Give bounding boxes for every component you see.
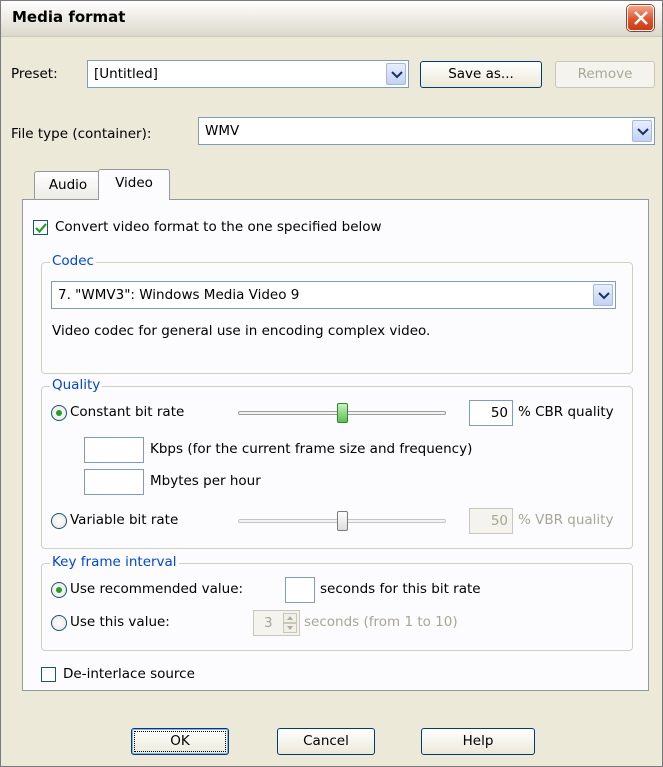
file-type-dropdown-button[interactable] bbox=[632, 120, 652, 142]
file-type-value: WMV bbox=[205, 123, 240, 139]
chevron-down-icon bbox=[598, 292, 610, 300]
video-tab-panel: Convert video format to the one specifie… bbox=[22, 199, 649, 691]
cbr-slider-thumb[interactable] bbox=[337, 403, 348, 423]
keyframe-group-label: Key frame interval bbox=[50, 554, 179, 570]
codec-dropdown-button[interactable] bbox=[593, 284, 613, 306]
ok-button[interactable]: OK bbox=[131, 728, 229, 755]
preset-value: [Untitled] bbox=[94, 66, 158, 82]
chevron-down-icon bbox=[391, 71, 403, 79]
file-type-label: File type (container): bbox=[11, 126, 152, 142]
dialog-title: Media format bbox=[12, 8, 126, 26]
recommended-suffix: seconds for this bit rate bbox=[320, 581, 481, 597]
save-as-button[interactable]: Save as... bbox=[420, 61, 542, 88]
close-icon bbox=[634, 11, 648, 25]
keyframe-spinner[interactable]: 3 bbox=[253, 610, 300, 636]
keyframe-spinner-value: 3 bbox=[264, 615, 273, 631]
quality-group-label: Quality bbox=[50, 377, 103, 393]
cbr-quality-value: 50 bbox=[490, 405, 508, 421]
codec-description: Video codec for general use in encoding … bbox=[52, 323, 431, 339]
deinterlace-label: De-interlace source bbox=[63, 666, 195, 682]
file-type-select[interactable]: WMV bbox=[198, 117, 655, 145]
codec-value: 7. "WMV3": Windows Media Video 9 bbox=[58, 287, 300, 303]
variable-bit-rate-radio[interactable] bbox=[51, 513, 67, 529]
codec-group-label: Codec bbox=[50, 253, 96, 269]
deinterlace-checkbox[interactable] bbox=[41, 667, 56, 682]
preset-select[interactable]: [Untitled] bbox=[87, 60, 409, 88]
close-button[interactable] bbox=[627, 5, 654, 31]
vbr-slider-thumb[interactable] bbox=[337, 511, 348, 531]
preset-label: Preset: bbox=[11, 66, 58, 82]
cancel-button[interactable]: Cancel bbox=[277, 728, 375, 755]
kbps-label: Kbps (for the current frame size and fre… bbox=[150, 441, 473, 457]
codec-select[interactable]: 7. "WMV3": Windows Media Video 9 bbox=[51, 281, 616, 309]
keyframe-group: Key frame interval Use recommended value… bbox=[41, 554, 633, 651]
vbr-quality-value: 50 bbox=[490, 513, 508, 529]
convert-video-label: Convert video format to the one specifie… bbox=[55, 219, 382, 235]
use-recommended-label: Use recommended value: bbox=[70, 581, 244, 597]
remove-button[interactable]: Remove bbox=[555, 61, 655, 88]
preset-dropdown-button[interactable] bbox=[386, 63, 406, 85]
convert-video-checkbox[interactable] bbox=[33, 220, 48, 235]
media-format-dialog: Media format Preset: [Untitled] Save as.… bbox=[0, 0, 663, 767]
checkmark-icon bbox=[35, 223, 47, 234]
cbr-quality-suffix: % CBR quality bbox=[518, 404, 614, 420]
mbytes-label: Mbytes per hour bbox=[150, 473, 261, 489]
cbr-quality-input[interactable]: 50 bbox=[469, 400, 513, 426]
spinner-arrows-icon[interactable] bbox=[283, 613, 297, 633]
constant-bit-rate-label: Constant bit rate bbox=[70, 404, 185, 420]
constant-bit-rate-radio[interactable] bbox=[51, 405, 67, 421]
codec-group: Codec 7. "WMV3": Windows Media Video 9 V… bbox=[41, 253, 633, 374]
recommended-value-box bbox=[285, 577, 315, 603]
kbps-input[interactable] bbox=[84, 437, 144, 463]
use-this-value-label: Use this value: bbox=[70, 614, 170, 630]
chevron-down-icon bbox=[637, 128, 649, 136]
tab-audio[interactable]: Audio bbox=[34, 171, 102, 199]
tab-video[interactable]: Video bbox=[98, 169, 170, 200]
use-this-value-radio[interactable] bbox=[51, 615, 67, 631]
keyframe-range-suffix: seconds (from 1 to 10) bbox=[304, 614, 458, 630]
help-button[interactable]: Help bbox=[421, 728, 535, 755]
vbr-quality-suffix: % VBR quality bbox=[518, 512, 614, 528]
mbytes-input[interactable] bbox=[84, 469, 144, 495]
variable-bit-rate-label: Variable bit rate bbox=[70, 512, 179, 528]
vbr-quality-input[interactable]: 50 bbox=[469, 508, 513, 534]
radio-selected-dot bbox=[56, 587, 62, 593]
title-bar[interactable]: Media format bbox=[1, 1, 662, 37]
radio-selected-dot bbox=[56, 410, 62, 416]
quality-group: Quality Constant bit rate 50 % CBR quali… bbox=[41, 377, 633, 549]
use-recommended-radio[interactable] bbox=[51, 582, 67, 598]
